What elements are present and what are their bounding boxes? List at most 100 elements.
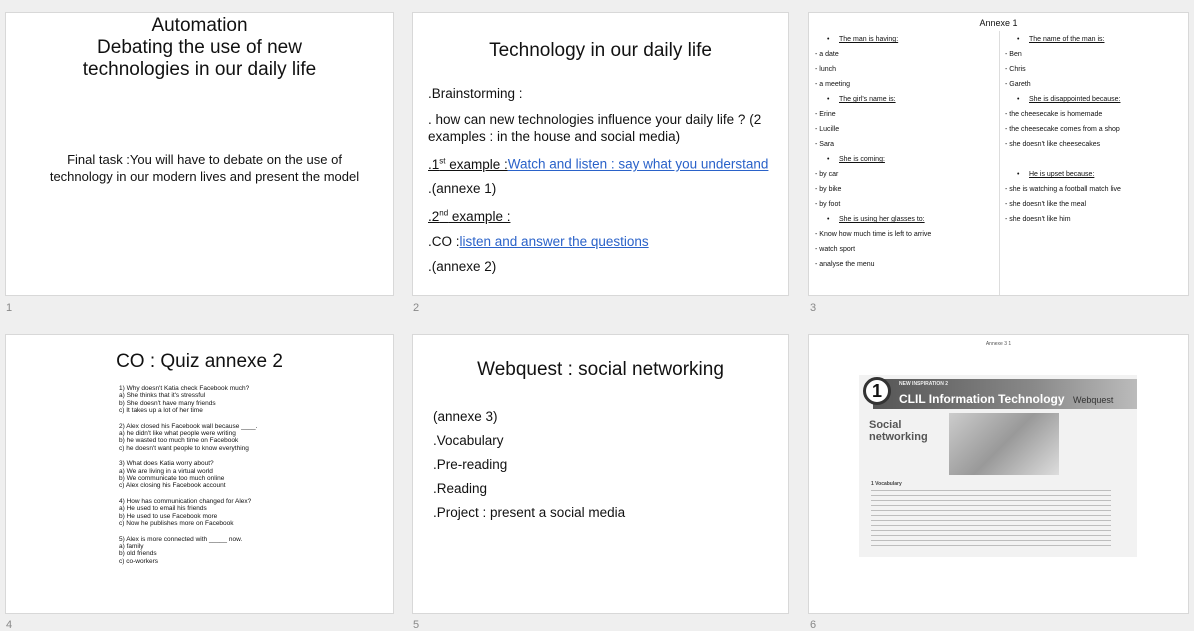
annexe1-question-row: • The man is having: bbox=[815, 35, 997, 50]
quiz-question: 1) Why doesn't Katia check Facebook much… bbox=[119, 385, 250, 392]
quiz-answer-option: b) She doesn't have many friends bbox=[119, 399, 216, 407]
annexe1-option: - lunch bbox=[815, 66, 837, 73]
slide-1-body: Final task :You will have to debate on t… bbox=[49, 152, 360, 184]
slide-2-example-1: .1st example :Watch and listen : say wha… bbox=[428, 152, 782, 173]
watch-and-listen-link[interactable]: Watch and listen : say what you understa… bbox=[508, 157, 769, 172]
quiz-answer-option: a) family bbox=[119, 542, 144, 550]
slide-2-item: . how can new technologies influence you… bbox=[428, 112, 762, 144]
slide-2-thumbnail[interactable]: Technology in our daily life .Brainstorm… bbox=[412, 12, 789, 296]
quiz-question-block: 2) Alex closed his Facebook wall because… bbox=[119, 423, 339, 453]
annexe1-option: - the cheesecake is homemade bbox=[1005, 111, 1103, 118]
slide-3-thumbnail[interactable]: Annexe 1 • The man is having: - a date - lu… bbox=[808, 12, 1189, 296]
worksheet-vocab-heading: 1 Vocabulary bbox=[871, 481, 902, 487]
annexe1-question-row: • The name of the man is: bbox=[1005, 35, 1187, 50]
annexe1-option: - she doesn't like cheesecakes bbox=[1005, 141, 1101, 148]
slide-6-thumbnail[interactable]: Annexe 3 1 1 NEW INSPIRATION 2 CLIL Info… bbox=[808, 334, 1189, 614]
quiz-question: 4) How has communication changed for Ale… bbox=[119, 497, 252, 505]
annexe1-left-column: • The man is having: - a date - lunch - a me… bbox=[815, 35, 997, 295]
worksheet-text-block bbox=[871, 490, 1111, 550]
annexe1-option: - by foot bbox=[815, 201, 841, 208]
quiz-question: 5) Alex is more connected with _____ now… bbox=[119, 535, 243, 543]
annexe1-option: - the cheesecake comes from a shop bbox=[1005, 126, 1120, 133]
annexe1-question: The name of the man is: bbox=[1029, 36, 1105, 43]
quiz-answer-option: c) he doesn't want people to know everyt… bbox=[119, 444, 249, 452]
slide-2-item: .(annexe 1) bbox=[428, 180, 497, 196]
annexe1-question-row: • She is coming: bbox=[815, 155, 997, 170]
listen-and-answer-link[interactable]: listen and answer the questions bbox=[460, 234, 649, 249]
worksheet-image: 1 NEW INSPIRATION 2 CLIL Information Tec… bbox=[859, 375, 1137, 557]
annexe1-option: - Erine bbox=[815, 111, 836, 118]
quiz-answer-option: a) We are living in a virtual world bbox=[119, 467, 213, 475]
slide-3-title: Annexe 1 bbox=[979, 18, 1018, 28]
annexe1-question-row: • She is using her glasses to: bbox=[815, 215, 997, 230]
annexe1-right-column: • The name of the man is: - Ben - Chris - Ga… bbox=[1005, 35, 1187, 295]
slide-4-thumbnail[interactable]: CO : Quiz annexe 2 1) Why doesn't Katia … bbox=[5, 334, 394, 614]
worksheet-section-title: Social networking bbox=[869, 419, 928, 443]
bullet-icon: • bbox=[827, 96, 830, 103]
slide-5-item: (annexe 3) bbox=[433, 409, 498, 424]
annexe1-question: She is coming: bbox=[839, 156, 885, 163]
ex1-label: example : bbox=[445, 156, 508, 172]
annexe1-option: - watch sport bbox=[815, 246, 856, 253]
worksheet-header: CLIL Information Technology Webquest bbox=[899, 390, 1113, 408]
worksheet-header-tag: Webquest bbox=[1073, 395, 1114, 405]
slide-5-item: .Pre-reading bbox=[433, 457, 508, 472]
quiz-question: 2) Alex closed his Facebook wall because… bbox=[119, 422, 258, 430]
annexe1-question: He is upset because: bbox=[1029, 171, 1095, 178]
quiz-questions: 1) Why doesn't Katia check Facebook much… bbox=[119, 385, 339, 573]
slide-5-thumbnail[interactable]: Webquest : social networking (annexe 3) … bbox=[412, 334, 789, 614]
slide-2-example-2: .2nd example : bbox=[428, 205, 782, 226]
slide-2-item: .Brainstorming : bbox=[428, 86, 523, 101]
worksheet-header-title: CLIL Information Technology bbox=[899, 392, 1065, 406]
unit-badge: 1 bbox=[863, 377, 891, 405]
bullet-icon: • bbox=[1017, 36, 1020, 43]
ex1-prefix: .1 bbox=[428, 156, 440, 172]
slide-number: 4 bbox=[6, 619, 13, 631]
slide-5-item: .Vocabulary bbox=[433, 433, 504, 448]
quiz-answer-option: c) Alex closing his Facebook account bbox=[119, 482, 226, 490]
annexe1-option: - Know how much time is left to arrive bbox=[815, 231, 932, 238]
quiz-answer-option: a) She thinks that it's stressful bbox=[119, 392, 206, 400]
bullet-icon: • bbox=[1017, 96, 1020, 103]
quiz-answer-option: c) Now he publishes more on Facebook bbox=[119, 520, 234, 528]
annexe1-question-row: • He is upset because: bbox=[1005, 170, 1187, 185]
annexe1-option: - a meeting bbox=[815, 81, 851, 88]
annexe1-option: - she is watching a football match live bbox=[1005, 186, 1121, 193]
quiz-answer-option: b) old friends bbox=[119, 550, 157, 558]
slide-5-title: Webquest : social networking bbox=[477, 359, 724, 380]
annexe1-option: - Sara bbox=[815, 141, 835, 148]
annexe1-question: The girl's name is: bbox=[839, 96, 896, 103]
slide-number: 6 bbox=[810, 619, 817, 631]
slide-5-item: .Project : present a social media bbox=[433, 505, 626, 520]
annexe1-option: - by car bbox=[815, 171, 839, 178]
slide-number: 1 bbox=[6, 302, 13, 314]
worksheet-series: NEW INSPIRATION 2 bbox=[899, 381, 949, 387]
co-prefix: .CO : bbox=[428, 234, 460, 249]
annexe1-question: The man is having: bbox=[839, 36, 899, 43]
annexe1-option: - by bike bbox=[815, 186, 842, 193]
bullet-icon: • bbox=[827, 156, 830, 163]
annexe1-question-row: • The girl's name is: bbox=[815, 95, 997, 110]
annexe1-option bbox=[1005, 155, 1187, 170]
annexe1-option: - analyse the menu bbox=[815, 261, 875, 268]
quiz-question: 3) What does Katia worry about? bbox=[119, 460, 214, 468]
worksheet-photo bbox=[949, 413, 1059, 475]
ex2-sup: nd bbox=[439, 208, 449, 218]
slide-1-title-line: technologies in our daily life bbox=[82, 59, 317, 80]
slide-number: 3 bbox=[810, 302, 817, 314]
unit-number: 1 bbox=[871, 381, 882, 401]
quiz-answer-option: c) It takes up a lot of her time bbox=[119, 407, 203, 415]
slide-4-title: CO : Quiz annexe 2 bbox=[116, 351, 283, 372]
quiz-answer-option: b) He used to use Facebook more bbox=[119, 512, 218, 520]
slide-6-title: Annexe 3 1 bbox=[985, 341, 1012, 347]
quiz-question-block: 5) Alex is more connected with _____ now… bbox=[119, 536, 339, 566]
column-divider bbox=[999, 31, 1000, 295]
quiz-answer-option: a) he didn't like what people were writi… bbox=[119, 430, 236, 438]
annexe1-option: - Lucille bbox=[815, 126, 840, 133]
slide-2-item: .(annexe 2) bbox=[428, 259, 497, 274]
slide-number: 5 bbox=[413, 619, 420, 631]
quiz-answer-option: b) he wasted too much time on Facebook bbox=[119, 437, 239, 445]
slide-1-title-line: Automation bbox=[151, 15, 248, 36]
slide-1-thumbnail[interactable]: Automation Debating the use of new techn… bbox=[5, 12, 394, 296]
quiz-question-block: 4) How has communication changed for Ale… bbox=[119, 498, 339, 528]
